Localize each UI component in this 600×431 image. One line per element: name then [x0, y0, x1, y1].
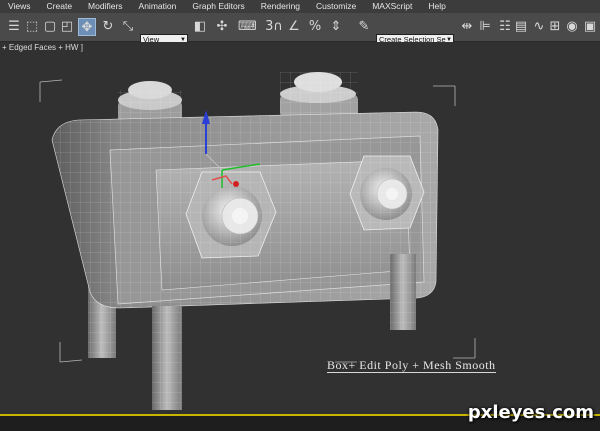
perspective-viewport[interactable]: + Edged Faces + HW ] Box+ Edit Poly + Me…: [0, 42, 600, 414]
spinner-snap-icon[interactable]: ⇕: [328, 18, 344, 36]
select-manipulate-icon[interactable]: ✣: [214, 18, 230, 36]
angle-snap-icon[interactable]: ∠: [286, 18, 302, 36]
edit-named-selection-icon[interactable]: ✎: [356, 18, 372, 36]
menu-help[interactable]: Help: [420, 0, 453, 13]
menu-modifiers[interactable]: Modifiers: [80, 0, 130, 13]
menu-bar: Views Create Modifiers Animation Graph E…: [0, 0, 600, 13]
curve-editor-icon[interactable]: ∿: [532, 18, 546, 36]
render-icon[interactable]: ▣: [582, 18, 598, 36]
select-scale-icon[interactable]: ⤡: [120, 18, 136, 36]
snap-3d-icon[interactable]: 3∩: [264, 18, 284, 36]
front-knob-left: [185, 171, 277, 259]
align-icon[interactable]: ⊫: [478, 18, 492, 36]
select-filter-icon[interactable]: ☰: [6, 18, 22, 36]
schematic-view-icon[interactable]: ⊞: [548, 18, 562, 36]
window-crossing-icon[interactable]: ◰: [60, 18, 74, 36]
menu-create[interactable]: Create: [39, 0, 81, 13]
select-region-icon[interactable]: ▢: [42, 18, 58, 36]
main-toolbar: ☰ ⬚ ▢ ◰ ✥ ↻ ⤡ View ▼ ◧ ✣ ⌨ 3∩ ∠ % ⇕ ✎ Cr…: [0, 13, 600, 46]
use-pivot-icon[interactable]: ◧: [192, 18, 208, 36]
material-editor-icon[interactable]: ◉: [564, 18, 580, 36]
graphite-ribbon-icon[interactable]: ▤: [514, 18, 528, 36]
select-object-icon[interactable]: ⬚: [24, 18, 40, 36]
menu-animation[interactable]: Animation: [131, 0, 185, 13]
select-move-icon[interactable]: ✥: [78, 18, 96, 36]
menu-views[interactable]: Views: [0, 0, 39, 13]
top-knob-right: [280, 72, 358, 118]
front-knob-right: [349, 155, 425, 231]
select-rotate-icon[interactable]: ↻: [100, 18, 116, 36]
menu-customize[interactable]: Customize: [308, 0, 364, 13]
layer-manager-icon[interactable]: ☷: [498, 18, 512, 36]
percent-snap-icon[interactable]: %: [306, 18, 324, 36]
menu-maxscript[interactable]: MAXScript: [364, 0, 420, 13]
viewport-scene: [39, 72, 476, 410]
viewport-caption: Box+ Edit Poly + Mesh Smooth: [327, 358, 496, 373]
menu-rendering[interactable]: Rendering: [253, 0, 308, 13]
mirror-icon[interactable]: ⇹: [460, 18, 474, 36]
keyboard-shortcut-icon[interactable]: ⌨: [238, 18, 257, 36]
watermark-logo: pxleyes.com: [467, 402, 594, 423]
menu-graph-editors[interactable]: Graph Editors: [184, 0, 252, 13]
